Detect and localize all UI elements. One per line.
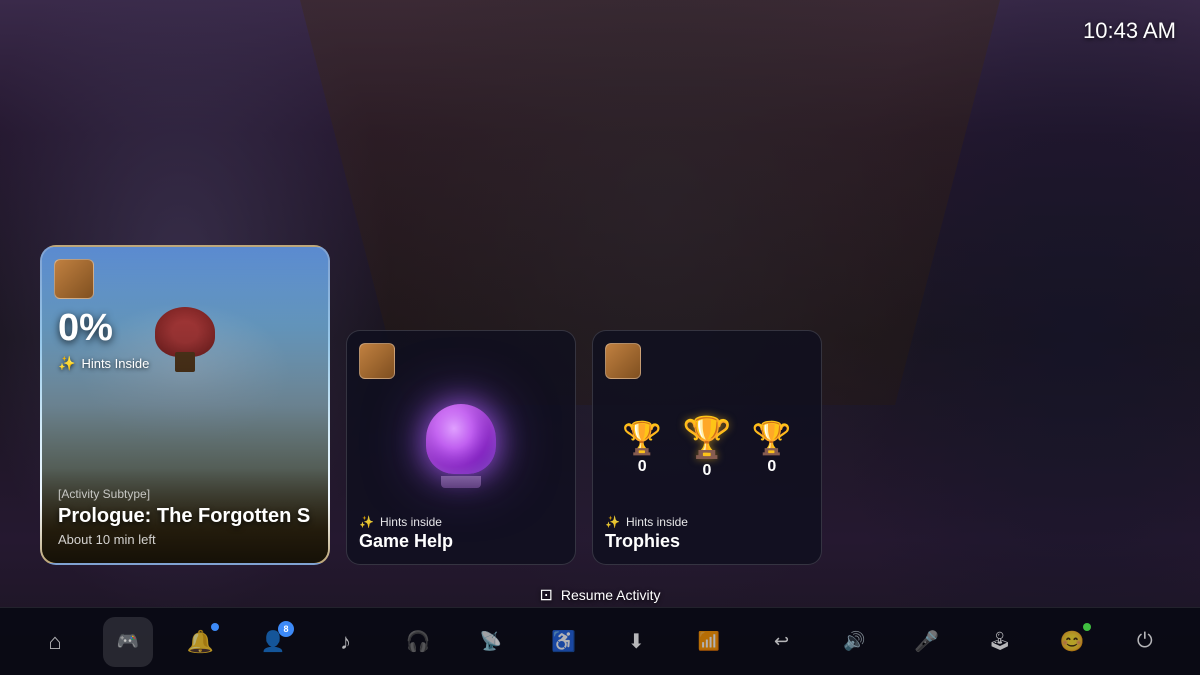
bronze-trophy-count: 0: [767, 458, 776, 476]
remote-play-icon: ↩: [774, 631, 789, 652]
feed-icon: 📶: [698, 631, 720, 652]
resume-label: Resume Activity: [561, 587, 661, 603]
progress-percentage: 0%: [58, 307, 113, 350]
volume-icon: 🔊: [843, 631, 865, 652]
silver-trophy: 🏆 0: [622, 422, 662, 476]
nav-controller[interactable]: 🕹: [975, 617, 1025, 667]
nav-remote-play[interactable]: ↩: [757, 617, 807, 667]
nav-accessibility[interactable]: ♿: [539, 617, 589, 667]
home-icon: ⌂: [48, 629, 61, 655]
nav-mic[interactable]: 🎤: [902, 617, 952, 667]
notification-dot: [211, 623, 219, 631]
activity-time: About 10 min left: [58, 532, 312, 547]
activity-card-top: [54, 259, 94, 299]
controller-icon: 🕹: [988, 631, 1011, 652]
system-clock: 10:43 AM: [1083, 18, 1176, 44]
trophies-card-header: [605, 343, 809, 379]
lightbulb-icon: [421, 404, 501, 494]
bronze-trophy-icon: 🏆: [752, 422, 792, 454]
activity-card-bottom: [Activity Subtype] Prologue: The Forgott…: [58, 487, 312, 547]
notification-bell-icon: 🔔: [187, 629, 214, 655]
streaming-icon: 📡: [480, 631, 502, 652]
silver-trophy-icon: 🏆: [622, 422, 662, 454]
game-help-title: Game Help: [359, 531, 563, 552]
nav-game-library[interactable]: 🎮: [103, 617, 153, 667]
nav-profile[interactable]: 😊: [1047, 617, 1097, 667]
trophies-title: Trophies: [605, 531, 809, 552]
activity-title: Prologue: The Forgotten S: [58, 505, 312, 528]
nav-music[interactable]: ♪: [321, 617, 371, 667]
trophies-container: 🏆 0 🏆 0 🏆 0: [605, 387, 809, 511]
activity-card[interactable]: 0% ✨ Hints Inside [Activity Subtype] Pro…: [40, 245, 330, 565]
game-help-card-header: [359, 343, 563, 379]
trophies-spark-icon: ✨: [605, 515, 620, 529]
hints-inside-label: ✨ Hints Inside: [58, 355, 149, 372]
content-area: 0% ✨ Hints Inside [Activity Subtype] Pro…: [40, 245, 1160, 565]
gold-trophy: 🏆 0: [682, 418, 732, 480]
trophies-game-thumb: [605, 343, 641, 379]
game-help-hints-label: ✨ Hints inside: [359, 515, 563, 529]
activity-subtype: [Activity Subtype]: [58, 487, 312, 501]
gold-trophy-count: 0: [703, 462, 712, 480]
nav-friends[interactable]: 👤 8: [248, 617, 298, 667]
nav-streaming[interactable]: 📡: [466, 617, 516, 667]
nav-feed[interactable]: 📶: [684, 617, 734, 667]
hint-bulb-icon: ✨: [58, 355, 75, 372]
nav-podcast[interactable]: 🎧: [393, 617, 443, 667]
podcast-icon: 🎧: [406, 629, 431, 654]
lightbulb-base: [441, 476, 481, 488]
nav-sound[interactable]: 🔊: [829, 617, 879, 667]
gold-trophy-icon: 🏆: [682, 418, 732, 458]
lightbulb-body: [426, 404, 496, 474]
microphone-icon: 🎤: [914, 629, 939, 654]
game-help-card[interactable]: ✨ Hints inside Game Help: [346, 330, 576, 565]
profile-avatar-icon: 😊: [1060, 629, 1085, 654]
nav-downloads[interactable]: ⬇: [611, 617, 661, 667]
cards-row: 0% ✨ Hints Inside [Activity Subtype] Pro…: [40, 245, 1160, 565]
trophies-card[interactable]: 🏆 0 🏆 0 🏆 0 ✨ Hints inside Trophies: [592, 330, 822, 565]
friends-badge: 8: [278, 621, 294, 637]
game-help-thumb: [359, 343, 395, 379]
game-thumbnail-small: [54, 259, 94, 299]
resume-activity-bar[interactable]: ⊡ Resume Activity: [540, 585, 661, 605]
silver-trophy-count: 0: [638, 458, 647, 476]
nav-home[interactable]: ⌂: [30, 617, 80, 667]
music-icon: ♪: [340, 629, 351, 655]
download-icon: ⬇: [628, 629, 645, 654]
nav-power[interactable]: ⏻: [1120, 617, 1170, 667]
profile-online-dot: [1083, 623, 1091, 631]
resume-icon: ⊡: [540, 585, 553, 605]
lightbulb-container: [359, 387, 563, 511]
trophies-hints-label: ✨ Hints inside: [605, 515, 809, 529]
bronze-trophy: 🏆 0: [752, 422, 792, 476]
power-icon: ⏻: [1137, 630, 1153, 653]
nav-notifications[interactable]: 🔔: [175, 617, 225, 667]
game-library-icon: 🎮: [116, 631, 138, 652]
accessibility-icon: ♿: [551, 629, 576, 654]
bottom-navigation: ⌂ 🎮 🔔 👤 8 ♪ 🎧 📡 ♿ ⬇ 📶 ↩ 🔊 🎤: [0, 607, 1200, 675]
hints-spark-icon: ✨: [359, 515, 374, 529]
